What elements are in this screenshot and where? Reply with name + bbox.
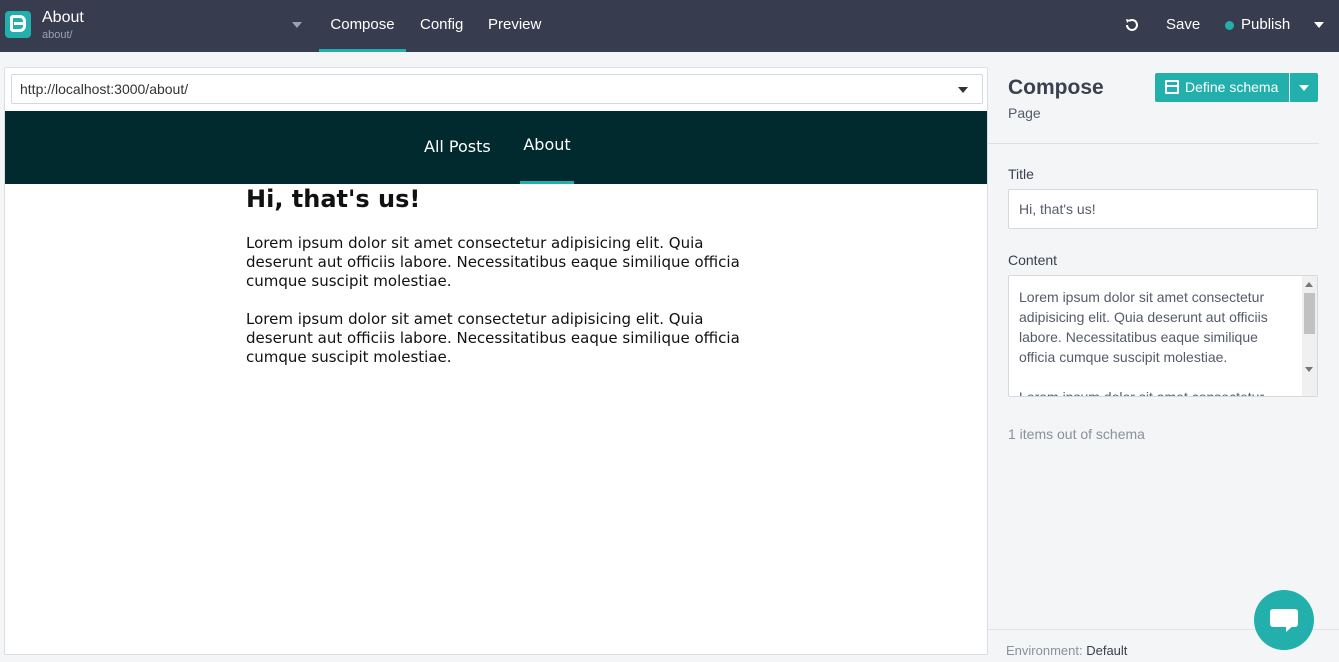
url-text: http://localhost:3000/about/ xyxy=(20,81,189,97)
url-select[interactable]: http://localhost:3000/about/ xyxy=(11,74,983,104)
preview-frame: http://localhost:3000/about/ All Posts A… xyxy=(4,67,988,655)
environment-label: Environment: xyxy=(1006,643,1083,658)
top-bar: About about/ Compose Config Preview Save… xyxy=(0,0,1339,52)
scrollbar[interactable] xyxy=(1302,276,1317,396)
sidebar-title: Compose xyxy=(1008,76,1104,99)
divider xyxy=(988,143,1319,144)
tab-config[interactable]: Config xyxy=(420,0,463,52)
publish-button[interactable]: Publish xyxy=(1241,0,1290,52)
sidebar-subtitle: Page xyxy=(1008,105,1041,121)
scroll-down-icon[interactable] xyxy=(1305,367,1313,372)
content-textarea[interactable]: Lorem ipsum dolor sit amet consectetur a… xyxy=(1008,275,1318,397)
environment-value[interactable]: Default xyxy=(1086,643,1127,658)
site-paragraph: Lorem ipsum dolor sit amet consectetur a… xyxy=(246,234,740,290)
chevron-down-icon[interactable] xyxy=(292,22,302,28)
scroll-up-icon[interactable] xyxy=(1305,282,1313,287)
save-button[interactable]: Save xyxy=(1166,0,1200,52)
title-input[interactable]: Hi, that's us! xyxy=(1008,189,1318,229)
define-schema-label: Define schema xyxy=(1185,79,1279,95)
site-paragraph: Lorem ipsum dolor sit amet consectetur a… xyxy=(246,310,740,366)
scroll-thumb[interactable] xyxy=(1304,293,1315,334)
chat-icon xyxy=(1270,609,1298,632)
compose-sidebar: Compose Page Define schema Title Hi, tha… xyxy=(988,52,1339,662)
content-text: Lorem ipsum dolor sit amet consectetur a… xyxy=(1019,289,1268,397)
schema-items-note: 1 items out of schema xyxy=(1008,426,1145,442)
undo-icon[interactable] xyxy=(1124,17,1140,33)
logo-icon[interactable] xyxy=(5,11,31,38)
page-path: about/ xyxy=(42,29,73,41)
page-title[interactable]: About xyxy=(42,9,84,27)
schema-dropdown-button[interactable] xyxy=(1290,73,1318,102)
tab-preview[interactable]: Preview xyxy=(488,0,541,52)
schema-icon xyxy=(1165,80,1179,94)
nav-link-all-posts[interactable]: All Posts xyxy=(424,111,491,184)
content-label: Content xyxy=(1008,252,1058,268)
status-dot-icon xyxy=(1225,21,1234,30)
publish-dropdown-icon[interactable] xyxy=(1314,22,1324,28)
nav-link-about[interactable]: About xyxy=(520,111,574,184)
define-schema-button[interactable]: Define schema xyxy=(1155,73,1289,102)
chevron-down-icon[interactable] xyxy=(958,87,968,93)
site-heading: Hi, that's us! xyxy=(246,185,421,213)
site-nav: All Posts About xyxy=(5,111,987,184)
title-label: Title xyxy=(1008,166,1034,182)
chat-button[interactable] xyxy=(1254,590,1314,650)
tab-compose[interactable]: Compose xyxy=(319,0,406,52)
